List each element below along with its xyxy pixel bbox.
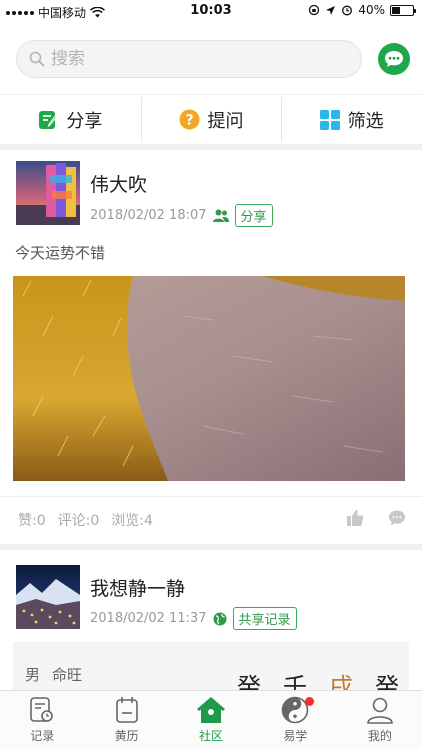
tab-label: 社区 xyxy=(199,729,224,743)
rotation-lock-icon xyxy=(309,4,320,16)
battery-percent: 40% xyxy=(358,3,385,17)
post-image[interactable] xyxy=(13,276,405,481)
comment-icon[interactable] xyxy=(388,509,406,527)
tab-label: 记录 xyxy=(30,729,55,743)
message-button[interactable] xyxy=(378,43,410,75)
location-icon xyxy=(326,5,336,15)
alarm-icon xyxy=(342,5,353,16)
filter-button[interactable]: 筛选 xyxy=(281,95,422,144)
tab-study[interactable]: 易学 xyxy=(253,691,337,750)
tab-record[interactable]: 记录 xyxy=(0,691,84,750)
tab-label: 我的 xyxy=(367,729,392,743)
post-datetime: 2018/02/02 11:37 xyxy=(90,611,207,626)
friends-icon xyxy=(212,209,229,222)
like-count: 赞:0 xyxy=(18,513,46,529)
chat-bubble-icon xyxy=(385,51,403,67)
search-box[interactable] xyxy=(16,40,362,78)
post-meta: 2018/02/02 18:07 分享 xyxy=(90,204,273,227)
post-footer: 赞:0 评论:0 浏览:4 xyxy=(0,496,422,540)
record-icon xyxy=(30,697,54,722)
tab-label: 黄历 xyxy=(114,729,139,743)
tab-almanac[interactable]: 黄历 xyxy=(84,691,168,750)
filter-label: 筛选 xyxy=(347,110,384,132)
grid-filter-icon xyxy=(319,109,340,130)
battery-icon xyxy=(390,4,416,16)
tab-label: 易学 xyxy=(283,729,308,743)
share-label: 分享 xyxy=(66,110,103,132)
view-count: 浏览:4 xyxy=(111,513,153,529)
post-card[interactable]: 伟大吹 2018/02/02 18:07 分享 今天运势不错 赞:0 评论:0 … xyxy=(0,150,422,542)
status-bar: 中国移动 10:03 40% xyxy=(0,0,422,22)
svg-text:?: ? xyxy=(185,113,193,129)
bazi-label: 命旺 xyxy=(52,666,83,684)
tab-profile[interactable]: 我的 xyxy=(338,691,422,750)
question-icon: ? xyxy=(179,109,199,130)
search-row xyxy=(16,40,410,80)
tab-community[interactable]: 社区 xyxy=(169,691,253,750)
post-author[interactable]: 伟大吹 xyxy=(90,170,147,197)
share-button[interactable]: 分享 xyxy=(0,95,141,144)
post-tag: 共享记录 xyxy=(232,607,297,630)
search-icon xyxy=(29,51,45,67)
tab-bar: 记录 黄历 社区 易学 我的 xyxy=(0,690,422,750)
comment-count: 评论:0 xyxy=(57,513,100,529)
search-input[interactable] xyxy=(51,49,331,69)
avatar[interactable] xyxy=(16,565,80,629)
post-datetime: 2018/02/02 18:07 xyxy=(90,208,207,223)
ask-button[interactable]: ? 提问 xyxy=(140,95,282,144)
bazi-record[interactable]: 男 命旺 癸 壬 戌 癸 xyxy=(13,642,409,701)
action-bar: 分享 ? 提问 筛选 xyxy=(0,94,422,144)
globe-icon xyxy=(213,612,227,625)
avatar[interactable] xyxy=(16,161,80,225)
calendar-icon xyxy=(115,697,138,723)
post-content: 今天运势不错 xyxy=(15,244,106,262)
post-card[interactable]: 我想静一静 2018/02/02 11:37 共享记录 男 命旺 癸 壬 戌 癸 xyxy=(0,550,422,701)
ask-label: 提问 xyxy=(207,110,244,132)
bazi-gender: 男 xyxy=(25,666,41,684)
post-author[interactable]: 我想静一静 xyxy=(90,574,185,601)
post-tag: 分享 xyxy=(234,204,273,227)
notification-badge xyxy=(305,697,315,706)
thumbs-up-icon[interactable] xyxy=(346,509,364,527)
home-icon xyxy=(197,697,226,723)
post-meta: 2018/02/02 11:37 共享记录 xyxy=(90,607,297,630)
profile-icon xyxy=(367,697,393,724)
share-edit-icon xyxy=(39,110,58,129)
